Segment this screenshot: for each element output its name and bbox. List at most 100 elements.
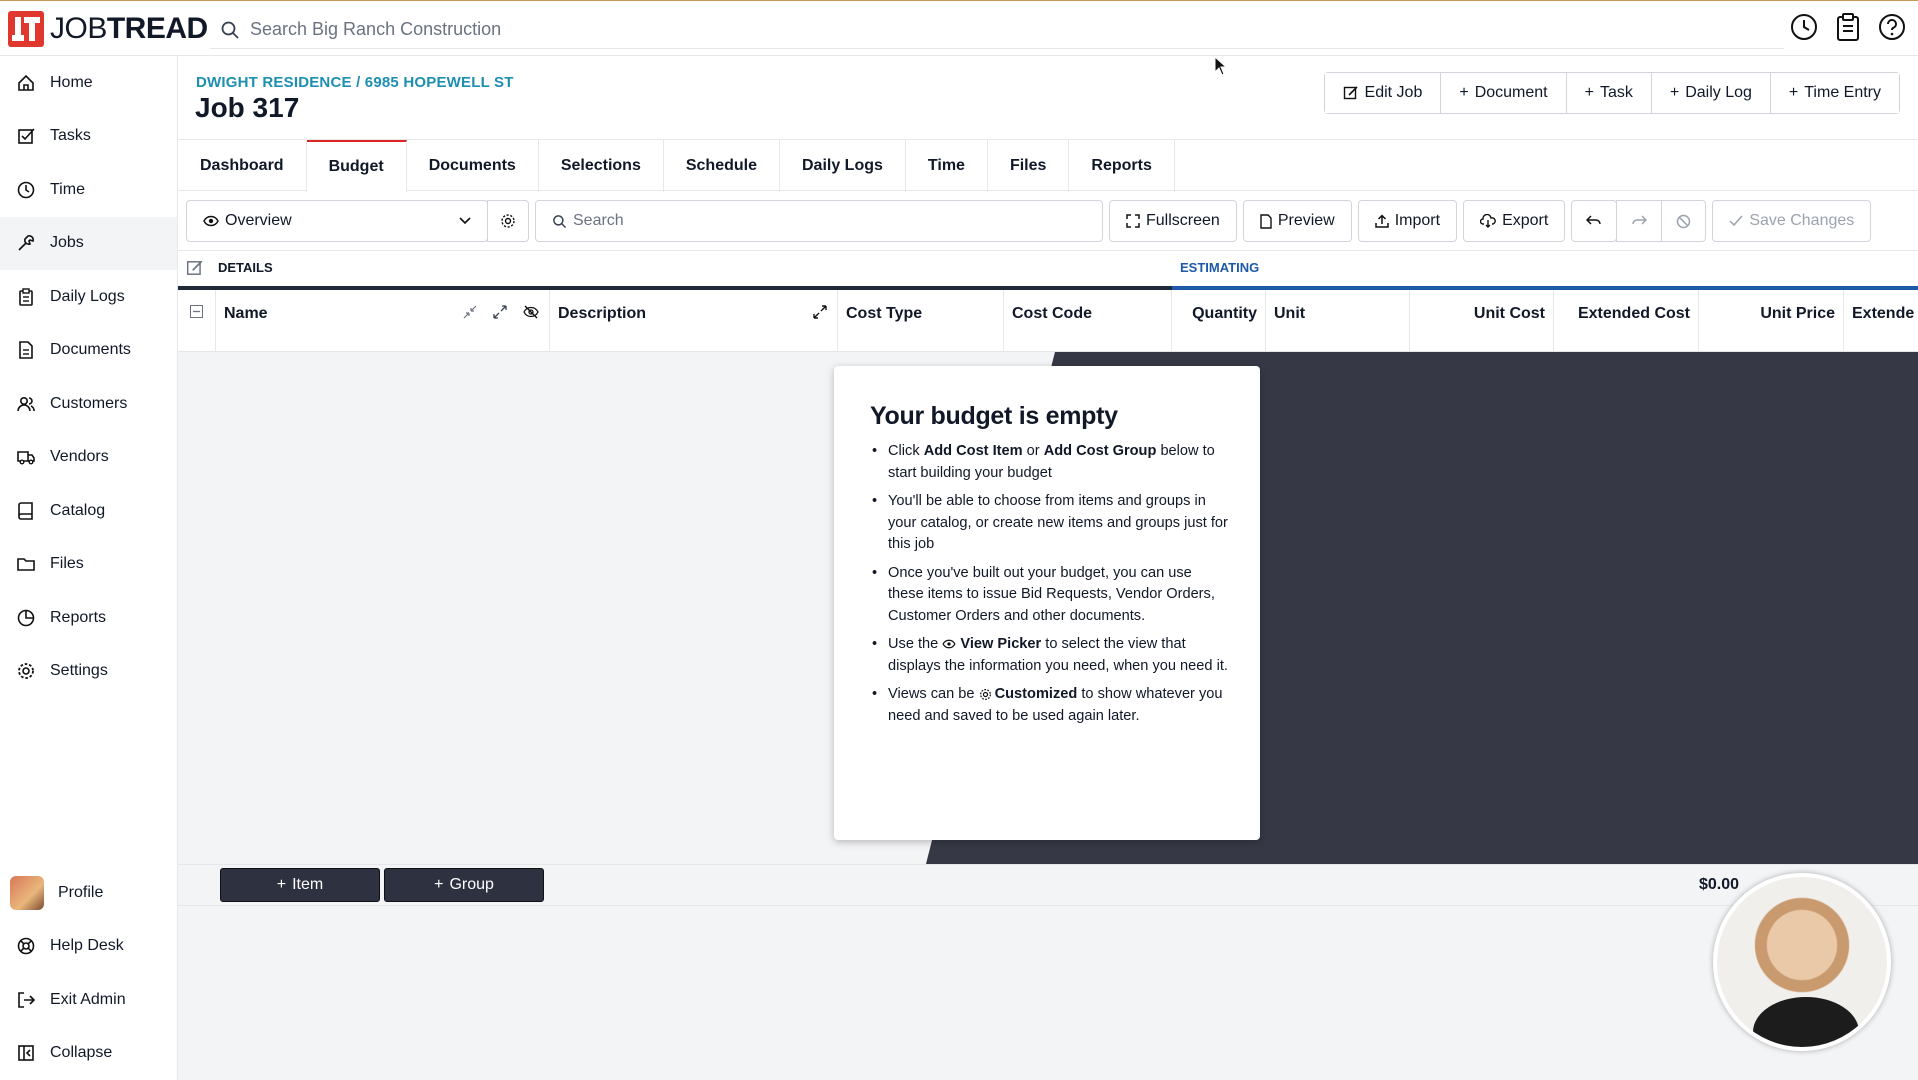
sidebar: Home Tasks Time Jobs Daily Logs Documents Cust… <box>0 56 178 1080</box>
undo-button[interactable] <box>1571 200 1618 242</box>
upload-icon <box>1374 214 1389 228</box>
clipboard-icon <box>16 287 36 307</box>
tab-daily-logs[interactable]: Daily Logs <box>780 140 906 192</box>
preview-button[interactable]: Preview <box>1242 200 1352 242</box>
tab-schedule[interactable]: Schedule <box>664 140 780 192</box>
column-cost-type[interactable]: Cost Type <box>838 290 1004 352</box>
edit-icon[interactable] <box>186 259 204 277</box>
sidebar-item-exit-admin[interactable]: Exit Admin <box>0 973 177 1027</box>
budget-search[interactable]: Search <box>535 200 1103 242</box>
document-icon <box>1260 213 1272 229</box>
sidebar-item-profile[interactable]: Profile <box>0 866 177 920</box>
budget-body: Your budget is empty Click Add Cost Item… <box>178 352 1918 1080</box>
add-daily-log-button[interactable]: + Daily Log <box>1650 73 1770 113</box>
main-content: DWIGHT RESIDENCE / 6985 HOPEWELL ST Job … <box>178 56 1918 1080</box>
redo-button[interactable] <box>1616 200 1663 242</box>
logo-icon <box>8 11 44 47</box>
presenter-video <box>1713 873 1891 1051</box>
page-title: Job 317 <box>195 92 300 123</box>
sidebar-item-reports[interactable]: Reports <box>0 591 177 645</box>
sidebar-item-label: Customers <box>50 394 128 412</box>
sidebar-item-settings[interactable]: Settings <box>0 645 177 699</box>
add-time-entry-button[interactable]: + Time Entry <box>1769 73 1899 113</box>
sidebar-item-documents[interactable]: Documents <box>0 324 177 378</box>
plus-icon: + <box>1788 84 1799 101</box>
sidebar-item-label: Catalog <box>50 501 106 519</box>
column-quantity[interactable]: Quantity <box>1172 290 1266 352</box>
select-all-checkbox[interactable] <box>178 290 216 352</box>
sidebar-item-label: Home <box>50 73 93 91</box>
clock-icon[interactable] <box>1788 11 1820 43</box>
save-changes-button[interactable]: Save Changes <box>1712 200 1872 242</box>
tab-reports[interactable]: Reports <box>1069 140 1175 192</box>
add-cost-group-button[interactable]: + Group <box>384 868 544 902</box>
global-search[interactable] <box>210 11 1784 49</box>
sidebar-item-label: Daily Logs <box>50 287 125 305</box>
column-name[interactable]: Name <box>216 290 550 352</box>
add-document-button[interactable]: + Document <box>1440 73 1566 113</box>
column-extended-cost[interactable]: Extended Cost <box>1554 290 1699 352</box>
empty-budget-card: Your budget is empty Click Add Cost Item… <box>834 366 1260 840</box>
gear-icon <box>979 688 992 701</box>
column-cost-code[interactable]: Cost Code <box>1004 290 1172 352</box>
sidebar-item-catalog[interactable]: Catalog <box>0 484 177 538</box>
tab-files[interactable]: Files <box>988 140 1070 192</box>
eye-off-icon[interactable] <box>523 305 539 319</box>
sidebar-item-help-desk[interactable]: Help Desk <box>0 920 177 974</box>
clipboard-icon[interactable] <box>1832 11 1864 43</box>
eye-icon <box>942 639 956 649</box>
collapse-icon[interactable] <box>463 305 477 319</box>
tab-budget[interactable]: Budget <box>306 140 407 192</box>
checkbox-icon <box>16 126 36 146</box>
import-button[interactable]: Import <box>1357 200 1458 242</box>
undo-icon <box>1586 215 1602 225</box>
sidebar-item-customers[interactable]: Customers <box>0 377 177 431</box>
sidebar-item-daily-logs[interactable]: Daily Logs <box>0 270 177 324</box>
column-groups: DETAILS ESTIMATING <box>178 250 1918 284</box>
budget-toolbar: Overview Search Fullscreen Preview Impor… <box>186 200 1918 242</box>
export-button[interactable]: Export <box>1463 200 1566 242</box>
sidebar-item-jobs[interactable]: Jobs <box>0 216 177 270</box>
global-search-input[interactable] <box>250 19 1650 40</box>
column-extended-price[interactable]: Extende <box>1844 290 1918 352</box>
column-unit-price[interactable]: Unit Price <box>1699 290 1844 352</box>
column-unit[interactable]: Unit <box>1266 290 1410 352</box>
sidebar-item-files[interactable]: Files <box>0 538 177 592</box>
help-icon[interactable] <box>1876 11 1908 43</box>
customize-view-button[interactable] <box>487 200 529 242</box>
plus-icon: + <box>1584 84 1594 101</box>
eye-icon <box>203 215 219 227</box>
tab-dashboard[interactable]: Dashboard <box>178 140 307 192</box>
clock-icon <box>16 180 36 200</box>
sidebar-item-time[interactable]: Time <box>0 163 177 217</box>
breadcrumb[interactable]: DWIGHT RESIDENCE / 6985 HOPEWELL ST <box>196 74 514 91</box>
edit-job-button[interactable]: Edit Job <box>1324 73 1441 113</box>
sidebar-item-label: Files <box>50 555 84 573</box>
sidebar-item-label: Exit Admin <box>50 990 126 1008</box>
plus-icon: + <box>1459 84 1469 101</box>
tab-selections[interactable]: Selections <box>539 140 664 192</box>
sidebar-item-tasks[interactable]: Tasks <box>0 110 177 164</box>
column-description[interactable]: Description <box>550 290 838 352</box>
jobtread-logo[interactable]: JOBTREAD <box>8 11 208 47</box>
column-unit-cost[interactable]: Unit Cost <box>1410 290 1554 352</box>
empty-tip: Views can be Customized to show whatever… <box>870 684 1230 727</box>
details-section-label: DETAILS <box>218 260 273 275</box>
fullscreen-icon <box>1126 214 1140 228</box>
add-cost-item-button[interactable]: + Item <box>220 868 380 902</box>
add-task-button[interactable]: + Task <box>1565 73 1651 113</box>
expand-icon[interactable] <box>813 305 827 319</box>
truck-icon <box>16 447 36 467</box>
folder-icon <box>16 554 36 574</box>
mouse-cursor <box>1214 56 1228 76</box>
sidebar-item-home[interactable]: Home <box>0 56 177 110</box>
edit-icon <box>1343 86 1358 100</box>
expand-icon[interactable] <box>493 305 507 319</box>
tab-time[interactable]: Time <box>906 140 988 192</box>
fullscreen-button[interactable]: Fullscreen <box>1109 200 1237 242</box>
tab-documents[interactable]: Documents <box>407 140 539 192</box>
view-picker[interactable]: Overview <box>186 200 488 242</box>
sidebar-item-vendors[interactable]: Vendors <box>0 431 177 485</box>
discard-changes-button[interactable] <box>1661 200 1707 242</box>
sidebar-item-collapse[interactable]: Collapse <box>0 1027 177 1080</box>
